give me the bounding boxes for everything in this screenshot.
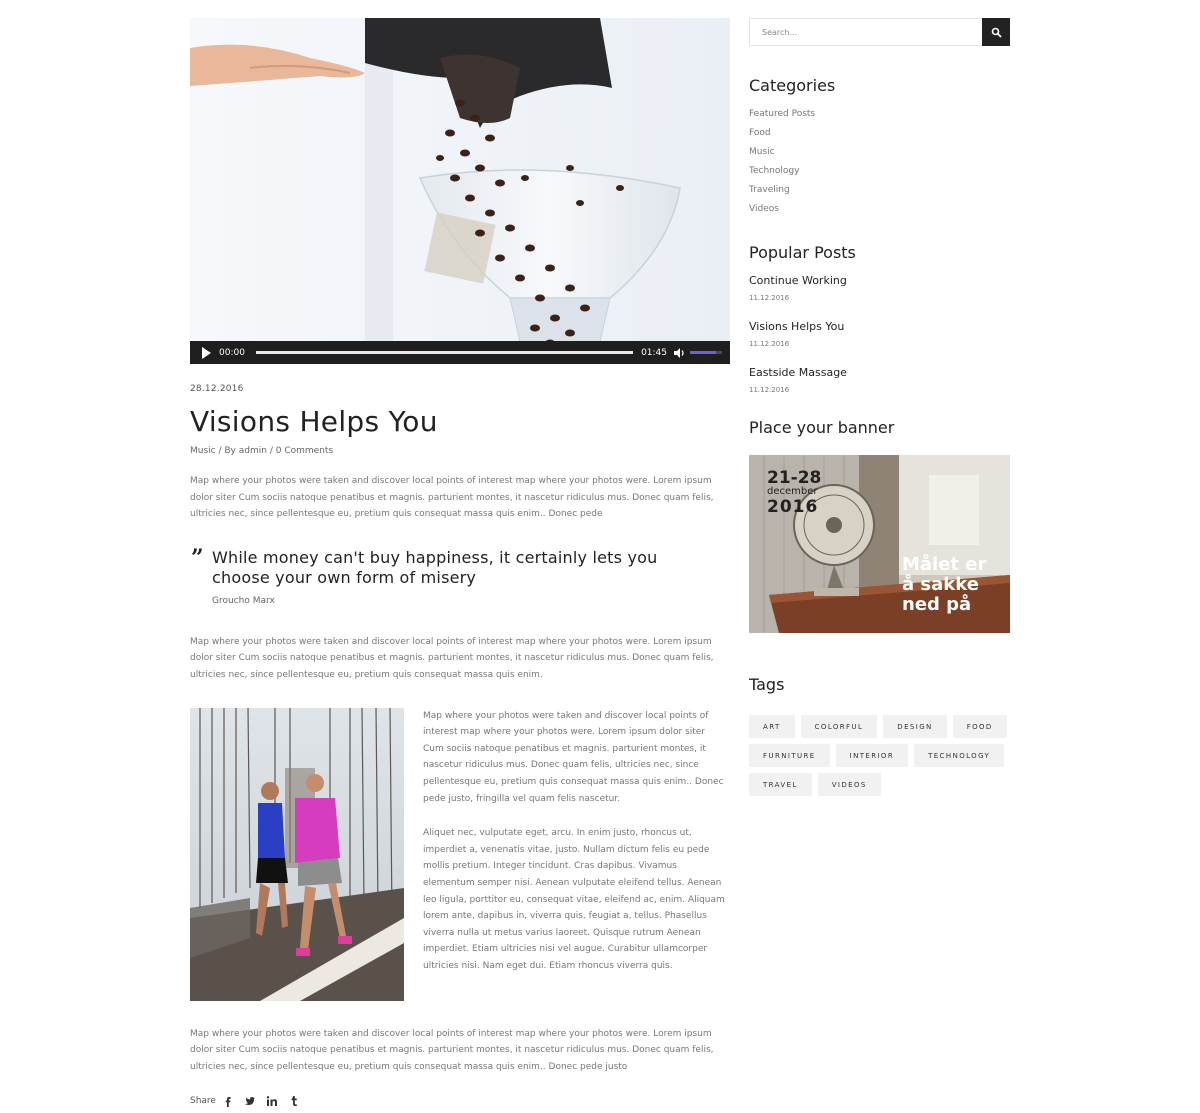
tag-videos[interactable]: VIDEOS <box>817 773 881 796</box>
post-category-link[interactable]: Music <box>190 446 216 456</box>
tag-interior[interactable]: INTERIOR <box>835 744 909 767</box>
side-paragraph: Aliquet nec, vulputate eget, arcu. In en… <box>423 828 725 971</box>
banner-date-range: 21-28 <box>767 468 822 488</box>
post-comments-link[interactable]: 0 Comments <box>276 446 333 456</box>
post-paragraph: Map where your photos were taken and dis… <box>190 476 714 520</box>
side-paragraph: Map where your photos were taken and dis… <box>423 710 724 804</box>
quote-text: While money can't buy happiness, it cert… <box>212 547 658 587</box>
post-paragraph: Map where your photos were taken and dis… <box>190 636 714 680</box>
tag-food[interactable]: FOOD <box>952 715 1007 738</box>
runners-image <box>190 707 404 1001</box>
by-label: By <box>224 446 236 456</box>
video-progress-bar[interactable] <box>255 351 634 354</box>
duration: 01:45 <box>641 347 667 358</box>
post-date: 28.12.2016 <box>190 384 244 394</box>
volume-level <box>690 351 716 354</box>
popular-post-date: 11.12.2016 <box>749 386 790 394</box>
twitter-icon[interactable] <box>244 1095 256 1107</box>
banner-line: ned på <box>902 594 972 615</box>
tag-design[interactable]: DESIGN <box>883 715 947 738</box>
tags-title: Tags <box>749 675 785 694</box>
facebook-icon[interactable] <box>222 1095 234 1108</box>
tag-furniture[interactable]: FURNITURE <box>749 744 830 767</box>
popular-post-title[interactable]: Visions Helps You <box>749 320 1010 333</box>
category-link[interactable]: Food <box>749 124 1010 143</box>
popular-posts-title: Popular Posts <box>749 243 856 262</box>
category-link[interactable]: Music <box>749 143 1010 162</box>
tumblr-icon[interactable] <box>288 1095 300 1107</box>
banner-month: december <box>767 486 818 497</box>
post-author-link[interactable]: admin <box>239 446 267 456</box>
sidebar: Categories Featured Posts Food Music Tec… <box>749 18 1010 796</box>
popular-post-title[interactable]: Continue Working <box>749 274 1010 287</box>
banner-tagline: Målet er å sakke ned på <box>902 555 986 615</box>
image-text-row: Map where your photos were taken and dis… <box>190 707 730 1001</box>
tag-art[interactable]: ART <box>749 715 795 738</box>
side-text: Map where your photos were taken and dis… <box>423 708 728 975</box>
play-icon[interactable] <box>202 346 211 359</box>
quote-author: Groucho Marx <box>212 595 275 606</box>
post-title: Visions Helps You <box>190 405 438 438</box>
categories-list: Featured Posts Food Music Technology Tra… <box>749 105 1010 219</box>
post-main: 00:00 01:45 28.12.2016 Visions Helps You… <box>190 18 730 1113</box>
search-input[interactable] <box>749 18 982 46</box>
video-controls: 00:00 01:45 <box>190 341 730 364</box>
category-link[interactable]: Videos <box>749 200 1010 219</box>
share-bar: Share <box>190 1095 730 1113</box>
search-button[interactable] <box>982 18 1010 46</box>
popular-post: Visions Helps You 11.12.2016 <box>749 320 1010 348</box>
banner-year: 2016 <box>767 497 819 517</box>
popular-post: Continue Working 11.12.2016 <box>749 274 1010 302</box>
current-time: 00:00 <box>219 347 245 358</box>
tag-travel[interactable]: TRAVEL <box>749 773 812 796</box>
video-frame-coffee-beans <box>190 18 730 364</box>
popular-post-date: 11.12.2016 <box>749 340 790 348</box>
banner-line: Målet er <box>902 554 987 575</box>
share-label: Share <box>190 1096 216 1107</box>
ad-banner[interactable]: 21-28 december 2016 Målet er å sakke ned… <box>749 455 1010 633</box>
search-form <box>749 18 1010 46</box>
blockquote: ” While money can't buy happiness, it ce… <box>190 544 730 606</box>
post-meta: Music / By admin / 0 Comments <box>190 446 730 456</box>
category-link[interactable]: Technology <box>749 162 1010 181</box>
popular-post: Eastside Massage 11.12.2016 <box>749 366 1010 394</box>
volume-icon[interactable] <box>673 347 686 359</box>
tag-colorful[interactable]: COLORFUL <box>800 715 878 738</box>
banner-line: å sakke <box>902 574 979 595</box>
popular-posts-list: Continue Working 11.12.2016 Visions Help… <box>749 274 1010 394</box>
volume-slider[interactable] <box>690 351 722 354</box>
banner-title: Place your banner <box>749 418 895 437</box>
quote-icon: ” <box>191 544 204 571</box>
category-link[interactable]: Traveling <box>749 181 1010 200</box>
categories-title: Categories <box>749 76 836 95</box>
popular-post-date: 11.12.2016 <box>749 294 790 302</box>
post-paragraph: Map where your photos were taken and dis… <box>190 1028 714 1072</box>
tag-technology[interactable]: TECHNOLOGY <box>914 744 1005 767</box>
video-player[interactable]: 00:00 01:45 <box>190 18 730 364</box>
popular-post-title[interactable]: Eastside Massage <box>749 366 1010 379</box>
search-icon <box>991 27 1002 38</box>
linkedin-icon[interactable] <box>266 1095 278 1107</box>
banner-dates: 21-28 december 2016 <box>767 469 821 517</box>
category-link[interactable]: Featured Posts <box>749 105 1010 124</box>
tag-cloud: ART COLORFUL DESIGN FOOD FURNITURE INTER… <box>749 715 1010 796</box>
meta-separator: / <box>266 446 276 456</box>
